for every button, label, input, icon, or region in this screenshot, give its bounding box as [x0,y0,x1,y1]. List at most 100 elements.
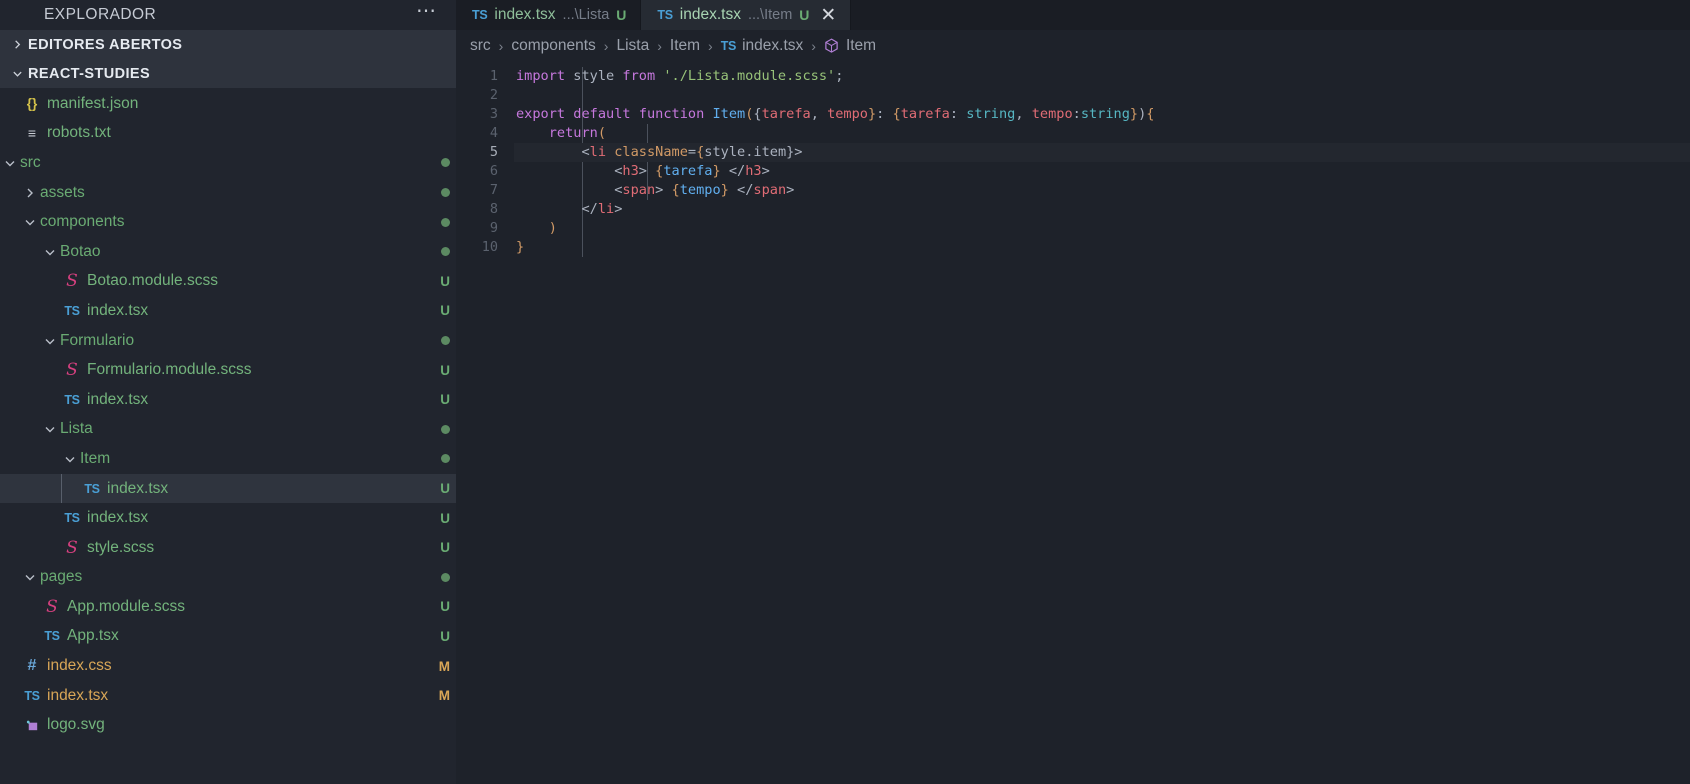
tree-file-row[interactable]: S Botao.module.scss U [0,267,456,297]
tree-item-label: index.tsx [87,509,149,527]
indent-spacer [0,503,60,533]
indent-guide [20,267,40,297]
code-line[interactable]: </li> [514,200,1690,219]
tree-file-row[interactable]: {} manifest.json [0,89,456,119]
tree-file-row[interactable]: S Formulario.module.scss U [0,355,456,385]
git-status-badge: U [440,481,450,497]
breadcrumb-item[interactable]: Item [824,37,876,55]
tree-item-label: Botao.module.scss [87,272,218,290]
json-icon: {} [26,96,38,112]
chevron-down-icon[interactable] [0,157,20,169]
indent-spacer [0,473,80,504]
tree-file-row[interactable]: TS index.tsx U [0,296,456,326]
code-line[interactable]: ) [514,219,1690,238]
tree-folder-row[interactable]: assets [0,178,456,208]
ts-icon: TS [64,511,80,526]
vscode-window: EXPLORADOR ⋯ EDITORES ABERTOS REACT-STUD… [0,0,1690,784]
breadcrumb-item[interactable]: src [470,37,491,55]
tree-file-row[interactable]: logo.svg [0,710,456,740]
indent-spacer [0,385,60,415]
tree-file-row[interactable]: S App.module.scss U [0,592,456,622]
line-number: 2 [489,87,498,103]
explorer-header: EXPLORADOR ⋯ [0,0,456,30]
code-line[interactable]: export default function Item({tarefa, te… [514,105,1690,124]
tree-item-label: index.tsx [87,390,149,408]
code-line[interactable]: <span> {tempo} </span> [514,181,1690,200]
tree-folder-row[interactable]: src [0,148,456,178]
indent-spacer [0,533,60,563]
indent-guide [20,622,40,652]
code-line[interactable]: <h3> {tarefa} </h3> [514,162,1690,181]
code-editor[interactable]: 1 2 3 4 5 6 7 8 9 10 import style from './Lista.m… [456,61,1690,784]
code-line[interactable]: return( [514,124,1690,143]
section-react-studies[interactable]: REACT-STUDIES [0,59,456,88]
chevron-down-icon[interactable] [40,423,60,435]
folder-status-dot [441,336,450,346]
breadcrumb-item[interactable]: TS index.tsx [721,37,804,55]
tree-file-row[interactable]: TS index.tsx M [0,681,456,711]
breadcrumb-item[interactable]: Item [670,37,700,55]
editor-tab[interactable]: TS index.tsx ...\Item U ✕ [641,0,852,30]
breadcrumb-item[interactable]: components [511,37,595,55]
line-number: 10 [481,239,498,255]
chevron-down-icon[interactable] [40,335,60,347]
breadcrumb-label: Item [845,36,877,54]
chevron-down-icon[interactable] [40,246,60,258]
section-open-editors[interactable]: EDITORES ABERTOS [0,30,456,59]
indent-guide [20,326,40,356]
indent-guide [0,326,20,356]
indent-spacer [0,326,40,356]
section-label: REACT-STUDIES [28,65,151,82]
tree-file-row[interactable]: TS index.tsx U [0,473,456,504]
indent-guide [20,237,40,267]
code-line[interactable]: import style from './Lista.module.scss'; [514,67,1690,86]
tree-folder-row[interactable]: Formulario [0,326,456,356]
explorer-sidebar: EXPLORADOR ⋯ EDITORES ABERTOS REACT-STUD… [0,0,456,784]
breadcrumb-item[interactable]: Lista [616,37,649,55]
chevron-down-icon[interactable] [20,216,40,228]
ellipsis-icon[interactable]: ⋯ [412,1,442,23]
indent-spacer [0,563,20,593]
chevron-down-icon[interactable] [60,453,80,465]
code-line[interactable]: <li className={style.item}> [514,143,1690,162]
line-number: 5 [489,144,498,160]
indent-guide [20,415,40,445]
tree-folder-row[interactable]: pages [0,563,456,593]
folder-status-dot [441,454,450,464]
indent-guide [0,355,20,385]
tree-file-row[interactable]: TS App.tsx U [0,622,456,652]
tree-file-row[interactable]: # index.css M [0,651,456,681]
tree-item-label: logo.svg [47,716,105,734]
indent-guide [0,622,20,652]
indent-guide [40,533,60,563]
ts-icon: TS [64,392,80,407]
indent-guide [20,296,40,326]
close-icon[interactable]: ✕ [820,6,836,25]
indent-spacer [0,119,20,149]
indent-guide [40,474,60,504]
chevron-right-icon [6,39,28,50]
indent-spacer [0,710,20,740]
breadcrumb-label: Lista [616,36,650,54]
tree-folder-row[interactable]: Lista [0,415,456,445]
indent-guide [0,296,20,326]
code-line[interactable]: } [514,238,1690,257]
tree-file-row[interactable]: TS index.tsx U [0,385,456,415]
indent-guide [20,355,40,385]
tree-file-row[interactable]: Sstyle.scss U [0,533,456,563]
tree-folder-row[interactable]: components [0,207,456,237]
git-status-badge: U [440,303,450,319]
tree-item-label: App.module.scss [67,597,186,615]
breadcrumb: src › components › Lista › Item › TS index.tsx › It… [456,30,1690,61]
tree-folder-row[interactable]: Botao [0,237,456,267]
indent-guide [0,89,20,119]
chevron-down-icon[interactable] [20,571,40,583]
tree-folder-row[interactable]: Item [0,444,456,474]
code-line[interactable] [514,86,1690,105]
tree-file-row[interactable]: ≡ robots.txt [0,119,456,149]
tab-git-status: U [799,7,810,23]
code-content[interactable]: import style from './Lista.module.scss';… [514,61,1690,784]
editor-tab[interactable]: TS index.tsx ...\Lista U [456,0,642,30]
tree-file-row[interactable]: TS index.tsx U [0,503,456,533]
chevron-right-icon[interactable] [20,187,40,199]
